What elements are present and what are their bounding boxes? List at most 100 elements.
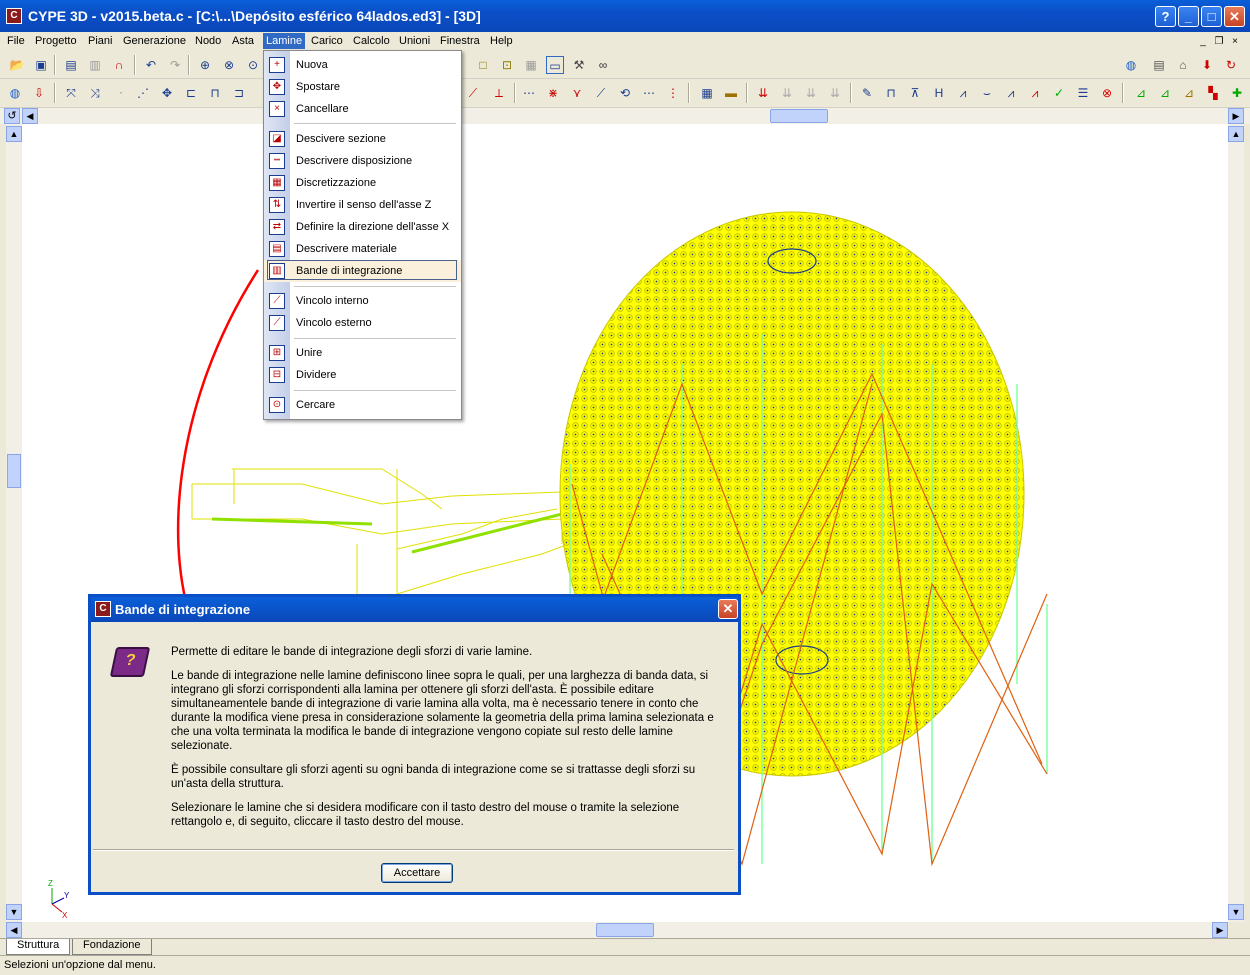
mdi-restore-button[interactable]: ❐: [1212, 35, 1226, 48]
zoom-icon[interactable]: ⊙: [244, 56, 262, 74]
menu-item-descivere-sezione[interactable]: ◪ Descivere sezione: [264, 128, 461, 150]
move-icon[interactable]: ✥: [158, 84, 176, 102]
constraint-icon[interactable]: ⟋: [464, 84, 482, 102]
joint-plus-icon[interactable]: ✚: [1228, 84, 1246, 102]
minimize-button[interactable]: _: [1178, 6, 1199, 27]
redo-icon[interactable]: ↷: [166, 56, 184, 74]
save-icon[interactable]: ▣: [32, 56, 50, 74]
bar-icon[interactable]: ⊐: [230, 84, 248, 102]
node-move-icon[interactable]: ⋰: [134, 84, 152, 102]
node-edit-icon[interactable]: ⤨: [86, 84, 104, 102]
zoom-all-icon[interactable]: ⊗: [220, 56, 238, 74]
menu-item-discretizzazione[interactable]: ▦ Discretizzazione: [264, 172, 461, 194]
app-icon[interactable]: C: [6, 8, 22, 24]
list-icon[interactable]: ☰: [1074, 84, 1092, 102]
rotate-icon[interactable]: ↺: [4, 108, 20, 124]
menu-item-vincolo-esterno[interactable]: ⟋ Vincolo esterno: [264, 312, 461, 334]
scroll-up-icon[interactable]: ▲: [1228, 126, 1244, 142]
menu-item-descrivere-materiale[interactable]: ▤ Descrivere materiale: [264, 238, 461, 260]
scroll-down-icon[interactable]: ▼: [6, 904, 22, 920]
mdi-close-button[interactable]: ×: [1228, 35, 1242, 48]
bar-cross-icon[interactable]: ⋇: [544, 84, 562, 102]
export-icon[interactable]: ⌂: [1174, 56, 1192, 74]
menu-item-nuova[interactable]: + Nuova: [264, 54, 461, 76]
scroll-right-icon[interactable]: ▶: [1228, 108, 1244, 124]
binoculars-icon[interactable]: ∞: [594, 56, 612, 74]
zoom-window-icon[interactable]: ⊕: [196, 56, 214, 74]
bar-slope-icon[interactable]: ⟋: [592, 84, 610, 102]
menu-item-spostare[interactable]: ✥ Spostare: [264, 76, 461, 98]
frame-icon[interactable]: ⊓: [882, 84, 900, 102]
load-panel-icon[interactable]: ⇊: [826, 84, 844, 102]
tools-icon[interactable]: ⚒: [570, 56, 588, 74]
scroll-left-icon[interactable]: ◀: [6, 922, 22, 938]
magnet-icon[interactable]: ∩: [110, 56, 128, 74]
beam-icon[interactable]: ⊓: [206, 84, 224, 102]
support-icon[interactable]: ⟂: [490, 84, 508, 102]
scroll-up-icon[interactable]: ▲: [6, 126, 22, 142]
load-icon[interactable]: ⇩: [30, 84, 48, 102]
menu-help[interactable]: Help: [487, 34, 516, 48]
maximize-button[interactable]: □: [1201, 6, 1222, 27]
right-scrollbar[interactable]: ▲ ▼: [1228, 124, 1244, 922]
view-toggle-icon[interactable]: ▭: [546, 56, 564, 74]
bar-split-icon[interactable]: ⋮: [664, 84, 682, 102]
check-pencil-icon[interactable]: ✎: [858, 84, 876, 102]
load-surface-icon[interactable]: ⇊: [802, 84, 820, 102]
menu-item-descrivere-disposizione[interactable]: ┅ Descrivere disposizione: [264, 150, 461, 172]
deflection-icon[interactable]: ⌣: [978, 84, 996, 102]
bar-link-icon[interactable]: ⋯: [640, 84, 658, 102]
joint-check-icon[interactable]: ⊿: [1180, 84, 1198, 102]
printer-icon[interactable]: ▤: [1150, 56, 1168, 74]
scroll-left-icon[interactable]: ◀: [22, 108, 38, 124]
joint-new-icon[interactable]: ⊿: [1132, 84, 1150, 102]
check-icon[interactable]: ✓: [1050, 84, 1068, 102]
square-select-icon[interactable]: □: [474, 56, 492, 74]
menu-file[interactable]: File: [4, 34, 28, 48]
menu-item-cancellare[interactable]: × Cancellare: [264, 98, 461, 120]
section-icon[interactable]: ▦: [698, 84, 716, 102]
menu-asta[interactable]: Asta: [229, 34, 257, 48]
error-icon[interactable]: ⊗: [1098, 84, 1116, 102]
point-icon[interactable]: ⋅: [112, 84, 130, 102]
scroll-thumb[interactable]: [7, 454, 21, 488]
menu-finestra[interactable]: Finestra: [437, 34, 483, 48]
undo-icon[interactable]: ↶: [142, 56, 160, 74]
node-new-icon[interactable]: ⤧: [62, 84, 80, 102]
menu-nodo[interactable]: Nodo: [192, 34, 224, 48]
menu-piani[interactable]: Piani: [85, 34, 115, 48]
left-scrollbar[interactable]: ▲ ▼: [6, 124, 22, 922]
help-button[interactable]: ?: [1155, 6, 1176, 27]
menu-item-unire[interactable]: ⊞ Unire: [264, 342, 461, 364]
menu-item-vincolo-interno[interactable]: ⟋ Vincolo interno: [264, 290, 461, 312]
scroll-thumb[interactable]: [770, 109, 828, 123]
top-scrollbar[interactable]: ↺ ◀ ▶: [0, 108, 1250, 124]
dialog-close-button[interactable]: ✕: [718, 599, 738, 619]
diagram-cross-icon[interactable]: ⩘: [1026, 84, 1044, 102]
menu-carico[interactable]: Carico: [308, 34, 346, 48]
menu-unioni[interactable]: Unioni: [396, 34, 433, 48]
point-select-icon[interactable]: ⊡: [498, 56, 516, 74]
tab-struttura[interactable]: Struttura: [6, 939, 71, 955]
node-align-icon[interactable]: ⊏: [182, 84, 200, 102]
print-preview-icon[interactable]: ▤: [62, 56, 80, 74]
grid-select-icon[interactable]: ▦: [522, 56, 540, 74]
update-icon[interactable]: ↻: [1222, 56, 1240, 74]
bar-rotate-icon[interactable]: ⟲: [616, 84, 634, 102]
load-bar-icon[interactable]: ⇊: [778, 84, 796, 102]
menu-item-bande-integrazione[interactable]: ▥ Bande di integrazione: [264, 260, 461, 282]
scroll-down-icon[interactable]: ▼: [1228, 904, 1244, 920]
open-folder-icon[interactable]: 📂: [8, 56, 26, 74]
close-button[interactable]: ✕: [1224, 6, 1245, 27]
diagram-icon[interactable]: ⩘: [1002, 84, 1020, 102]
menu-item-invertire-asse-z[interactable]: ⇅ Invertire il senso dell'asse Z: [264, 194, 461, 216]
tab-fondazione[interactable]: Fondazione: [72, 939, 152, 955]
menu-calcolo[interactable]: Calcolo: [350, 34, 393, 48]
bar-fork-icon[interactable]: ⋎: [568, 84, 586, 102]
bar-dot-icon[interactable]: ⋯: [520, 84, 538, 102]
accept-button[interactable]: Accettare: [381, 863, 453, 883]
mdi-minimize-button[interactable]: _: [1196, 35, 1210, 48]
joint-group-icon[interactable]: ▚: [1204, 84, 1222, 102]
globe-icon[interactable]: ◍: [1122, 56, 1140, 74]
menu-progetto[interactable]: Progetto: [32, 34, 80, 48]
